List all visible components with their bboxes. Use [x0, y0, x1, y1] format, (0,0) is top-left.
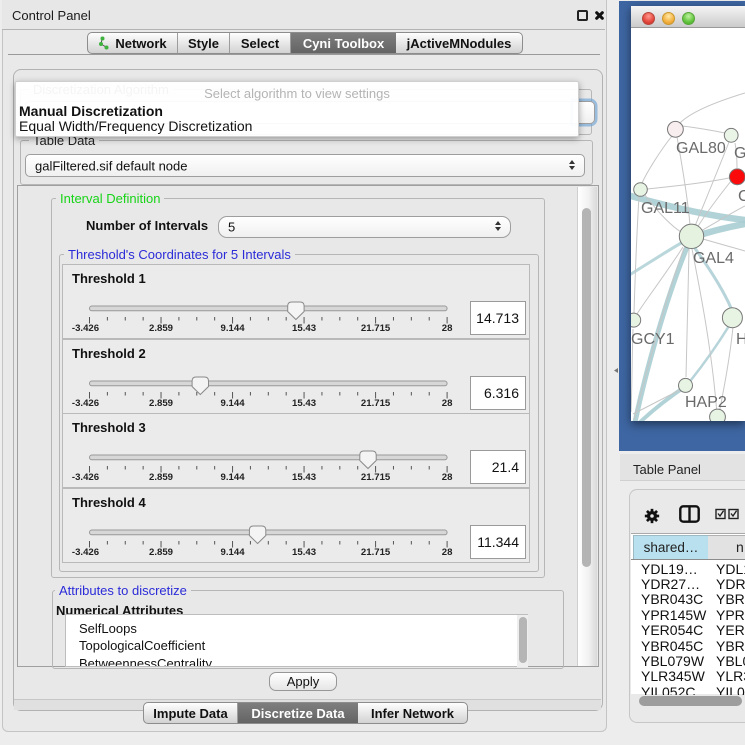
- svg-text:15.43: 15.43: [292, 398, 316, 409]
- svg-text:28: 28: [442, 547, 453, 558]
- svg-text:C: C: [738, 188, 745, 205]
- svg-text:15.43: 15.43: [292, 323, 316, 334]
- svg-text:9.144: 9.144: [221, 547, 246, 558]
- svg-text:-3.426: -3.426: [72, 398, 99, 409]
- svg-text:H: H: [736, 331, 745, 348]
- svg-text:9.144: 9.144: [221, 323, 246, 334]
- svg-text:GCY1: GCY1: [631, 331, 675, 348]
- svg-text:-3.426: -3.426: [72, 547, 99, 558]
- svg-text:2.859: 2.859: [149, 323, 173, 334]
- svg-text:28: 28: [442, 323, 453, 334]
- svg-text:-3.426: -3.426: [72, 323, 99, 334]
- svg-text:-3.426: -3.426: [72, 472, 99, 483]
- svg-text:21.715: 21.715: [361, 323, 391, 334]
- svg-text:28: 28: [442, 472, 453, 483]
- svg-text:15.43: 15.43: [292, 472, 316, 483]
- svg-text:21.715: 21.715: [361, 398, 391, 409]
- svg-text:28: 28: [442, 398, 453, 409]
- svg-text:2.859: 2.859: [149, 398, 173, 409]
- svg-text:21.715: 21.715: [361, 472, 391, 483]
- svg-text:GAL4: GAL4: [693, 250, 734, 267]
- svg-text:15.43: 15.43: [292, 547, 316, 558]
- svg-text:21.715: 21.715: [361, 547, 391, 558]
- svg-text:GAL80: GAL80: [676, 140, 726, 157]
- svg-text:HAP2: HAP2: [685, 394, 727, 411]
- svg-text:9.144: 9.144: [221, 398, 246, 409]
- svg-text:2.859: 2.859: [149, 472, 173, 483]
- svg-text:9.144: 9.144: [221, 472, 246, 483]
- svg-text:GA: GA: [734, 145, 745, 162]
- svg-text:GAL11: GAL11: [641, 200, 690, 217]
- svg-text:2.859: 2.859: [149, 547, 173, 558]
